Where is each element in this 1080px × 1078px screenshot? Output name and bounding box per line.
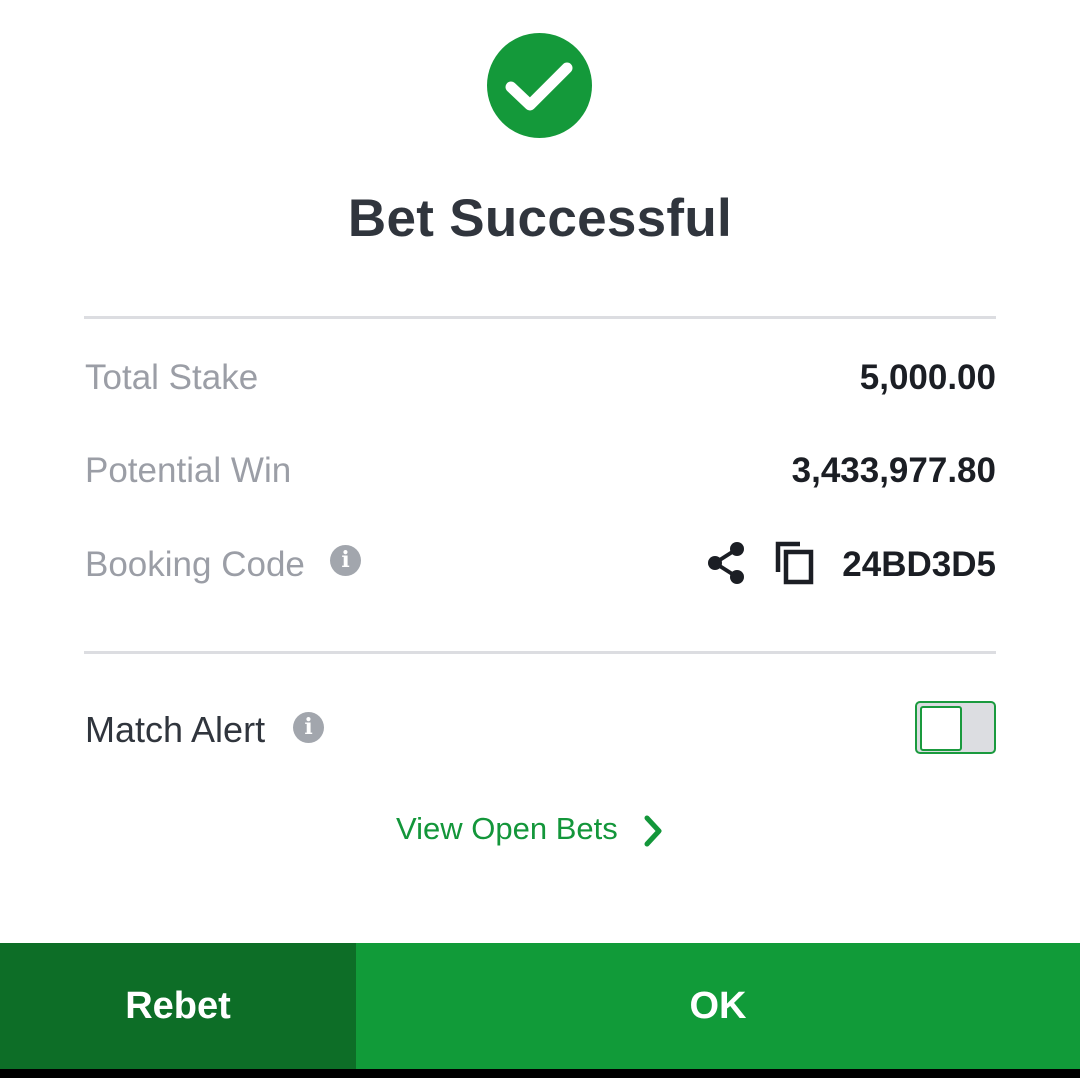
copy-icon[interactable] — [773, 539, 817, 590]
toggle-knob — [920, 706, 962, 751]
rebet-button[interactable]: Rebet — [0, 943, 356, 1069]
chevron-right-icon — [644, 815, 662, 847]
view-open-bets-link[interactable]: View Open Bets — [396, 811, 662, 847]
potential-win-label: Potential Win — [85, 451, 292, 490]
match-alert-label: Match Alert — [85, 709, 266, 750]
booking-code-label: Booking Code — [85, 545, 305, 584]
system-navigation-bar — [0, 1069, 1080, 1078]
match-alert-info-icon[interactable]: i — [293, 712, 324, 743]
match-alert-toggle[interactable] — [915, 701, 996, 754]
check-circle-icon — [487, 33, 592, 138]
potential-win-value: 3,433,977.80 — [791, 451, 996, 490]
ok-button-label: OK — [689, 984, 747, 1027]
share-icon[interactable] — [706, 541, 748, 590]
total-stake-value: 5,000.00 — [859, 358, 996, 397]
booking-code-info-icon[interactable]: i — [330, 545, 361, 576]
divider-top — [84, 316, 996, 319]
view-open-bets-label: View Open Bets — [396, 811, 618, 846]
rebet-button-label: Rebet — [125, 984, 231, 1027]
divider-bottom — [84, 651, 996, 654]
ok-button[interactable]: OK — [356, 943, 1080, 1069]
total-stake-label: Total Stake — [85, 358, 259, 397]
bet-success-dialog: Bet Successful Total Stake 5,000.00 Pote… — [0, 0, 1080, 1078]
page-title: Bet Successful — [347, 189, 733, 248]
booking-code-value[interactable]: 24BD3D5 — [842, 545, 996, 585]
